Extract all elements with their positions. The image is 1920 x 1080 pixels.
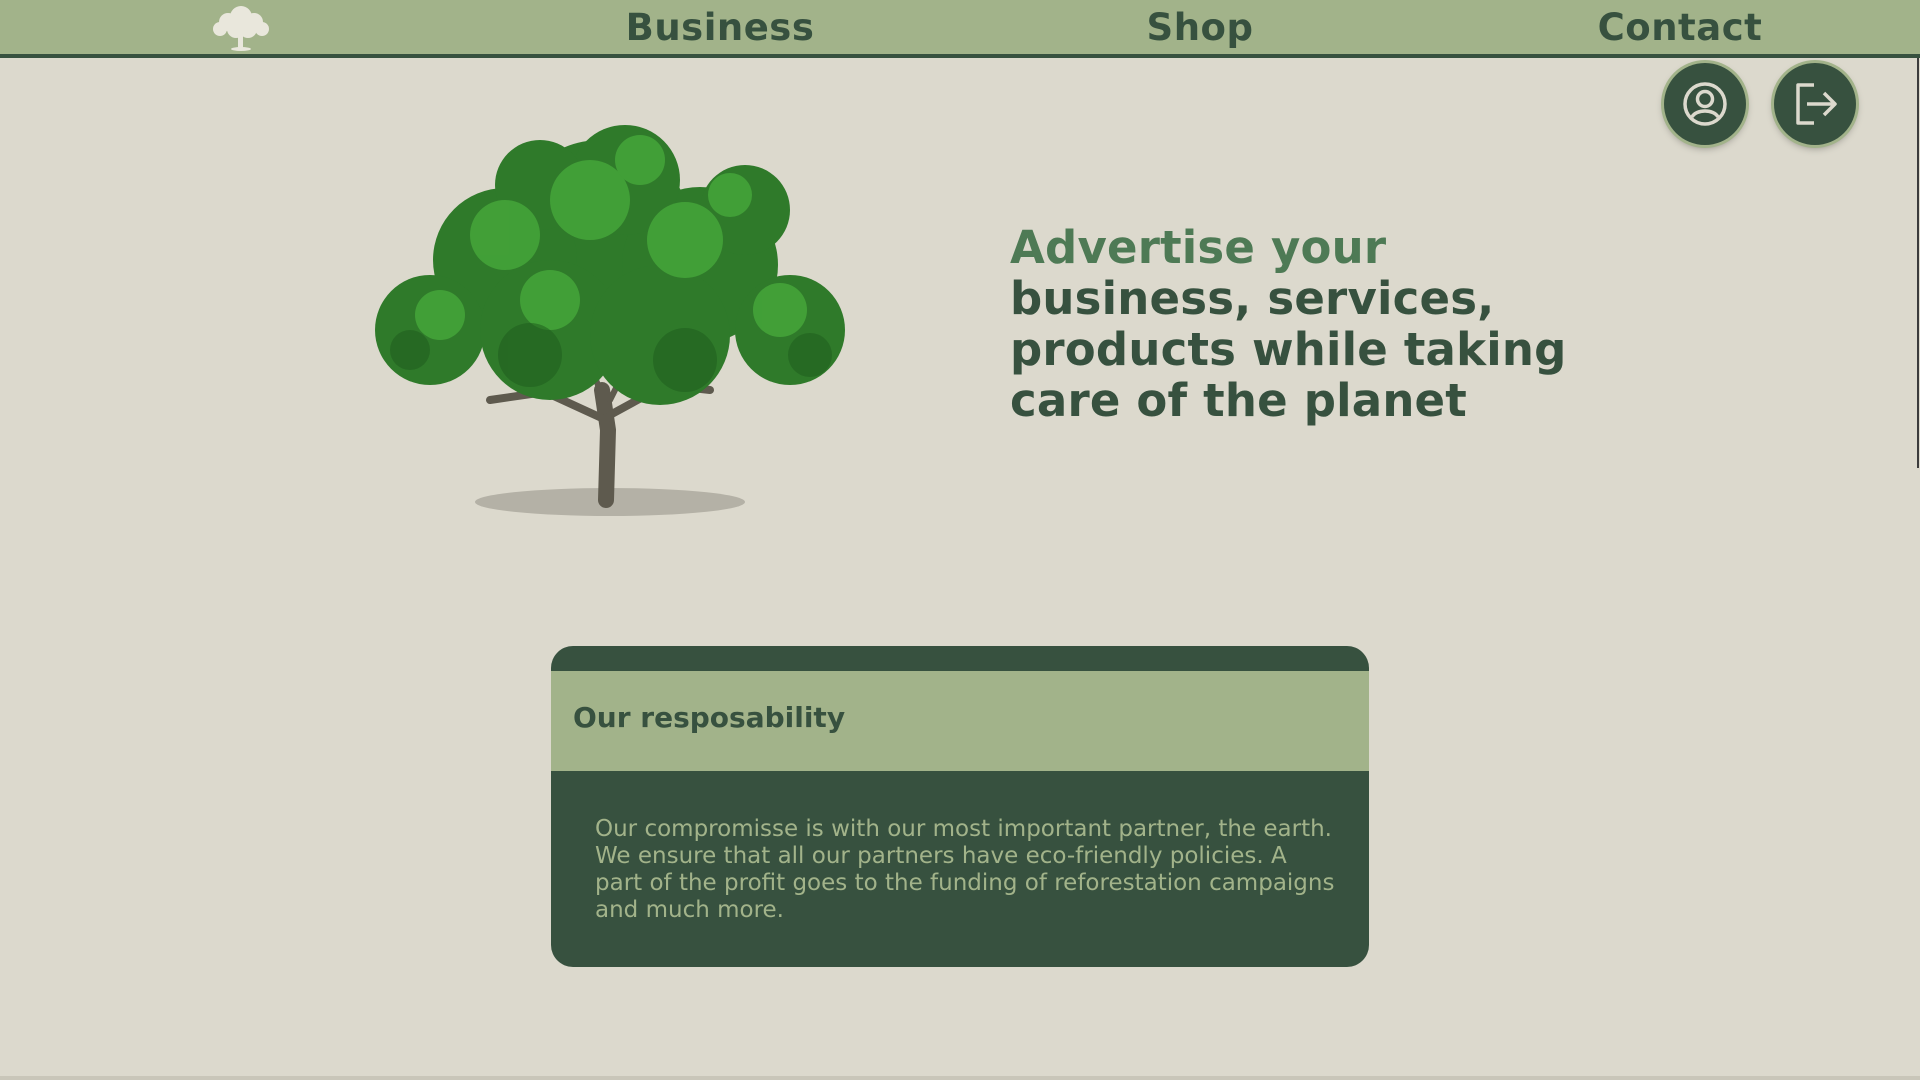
logout-button[interactable]: [1774, 63, 1856, 145]
responsibility-card: Our resposability Our compromisse is wit…: [551, 646, 1369, 967]
nav-link-contact[interactable]: Contact: [1580, 6, 1780, 52]
page-bottom-divider: [0, 1076, 1920, 1080]
page-scrollbar[interactable]: [1914, 58, 1920, 1080]
top-nav-bar: Business Shop Contact: [0, 0, 1920, 58]
responsibility-text: Our compromisse is with our most importa…: [595, 816, 1335, 923]
profile-button[interactable]: [1664, 63, 1746, 145]
responsibility-title: Our resposability: [573, 701, 846, 734]
responsibility-card-header: Our resposability: [551, 671, 1369, 771]
hero-headline-rest: business, services, products while takin…: [1010, 272, 1567, 427]
nav-link-shop[interactable]: Shop: [1120, 6, 1280, 52]
tree-logo-icon[interactable]: [206, 2, 276, 54]
hero-headline: Advertise your business, services, produ…: [1010, 222, 1610, 426]
nav-link-business[interactable]: Business: [620, 6, 820, 52]
tree-illustration: [290, 100, 930, 540]
logout-icon: [1796, 83, 1837, 125]
user-circle-icon: [1683, 82, 1727, 126]
hero-headline-accent: Advertise your: [1010, 221, 1387, 274]
scrollbar-thumb[interactable]: [1917, 58, 1919, 468]
